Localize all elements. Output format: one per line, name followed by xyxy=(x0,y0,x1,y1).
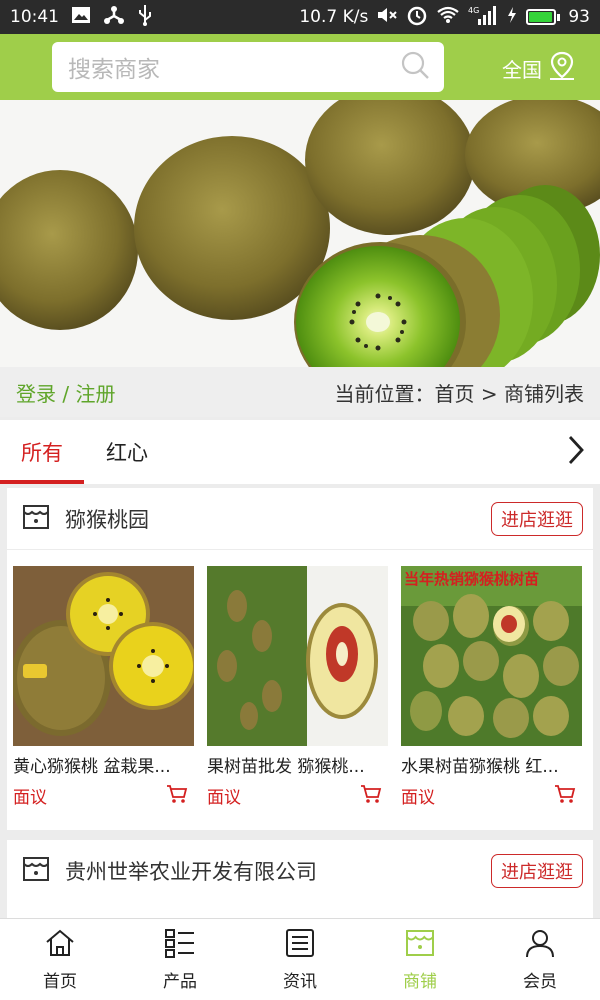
search-input[interactable]: 搜索商家 xyxy=(52,42,444,92)
chevron-right-icon[interactable] xyxy=(566,434,586,470)
tab-red-heart[interactable]: 红心 xyxy=(84,420,170,484)
status-bar: 10:41 10.7 K/s 4G 93 xyxy=(0,0,600,34)
usb-icon xyxy=(137,4,153,31)
nav-shops[interactable]: 商铺 xyxy=(360,919,480,1000)
product-title[interactable]: 水果树苗猕猴桃 红... xyxy=(401,752,582,777)
store-icon xyxy=(404,928,436,963)
product-item[interactable]: 果树苗批发 猕猴桃... 面议 xyxy=(207,566,388,808)
home-icon xyxy=(44,928,76,963)
product-price: 面议 xyxy=(13,788,47,808)
shop-name[interactable]: 贵州世举农业开发有限公司 xyxy=(65,856,317,886)
shop-card-header: 猕猴桃园 进店逛逛 xyxy=(7,488,593,550)
battery-level: 93 xyxy=(568,7,590,27)
cart-icon[interactable] xyxy=(554,784,576,808)
product-item[interactable]: 当年热销猕猴桃树苗 水果树苗猕猴桃 红... 面议 xyxy=(401,566,582,808)
product-image[interactable] xyxy=(13,566,194,746)
network-speed: 10.7 K/s xyxy=(299,7,369,27)
battery-icon xyxy=(526,9,561,25)
nav-member-label: 会员 xyxy=(523,971,557,992)
shop-card-header: 贵州世举农业开发有限公司 进店逛逛 xyxy=(7,840,593,902)
status-time: 10:41 xyxy=(10,7,59,27)
usb-debug-icon xyxy=(103,5,125,30)
cart-icon[interactable] xyxy=(360,784,382,808)
tab-all[interactable]: 所有 xyxy=(0,420,84,484)
product-title[interactable]: 黄心猕猴桃 盆栽果... xyxy=(13,752,194,777)
search-placeholder: 搜索商家 xyxy=(68,57,160,83)
login-register-link[interactable]: 登录 / 注册 xyxy=(16,378,115,407)
region-label: 全国 xyxy=(502,57,542,82)
product-title[interactable]: 果树苗批发 猕猴桃... xyxy=(207,752,388,777)
nav-news[interactable]: 资讯 xyxy=(240,919,360,1000)
product-price: 面议 xyxy=(207,788,241,808)
signal-icon: 4G xyxy=(468,5,498,30)
banner-image[interactable] xyxy=(0,100,600,367)
shop-card: 猕猴桃园 进店逛逛 黄心猕猴桃 盆栽果... 面议 果树苗批发 猕猴桃... 面… xyxy=(7,488,593,830)
enter-shop-button[interactable]: 进店逛逛 xyxy=(491,501,583,536)
product-image-caption: 当年热销猕猴桃树苗 xyxy=(404,570,539,588)
alarm-icon xyxy=(406,4,428,31)
product-image[interactable]: 当年热销猕猴桃树苗 xyxy=(401,566,582,746)
image-icon xyxy=(71,6,91,29)
charging-icon xyxy=(506,6,518,29)
location-bar: 登录 / 注册 当前位置：首页 > 商铺列表 xyxy=(0,367,600,417)
enter-shop-button[interactable]: 进店逛逛 xyxy=(491,854,583,888)
location-pin-icon xyxy=(548,51,576,86)
news-icon xyxy=(284,928,316,963)
breadcrumb: 当前位置：首页 > 商铺列表 xyxy=(334,381,584,406)
cart-icon[interactable] xyxy=(166,784,188,808)
store-icon xyxy=(21,502,51,536)
store-icon xyxy=(21,854,51,888)
nav-home-label: 首页 xyxy=(43,971,77,992)
network-type: 4G xyxy=(468,6,479,15)
product-list: 黄心猕猴桃 盆栽果... 面议 果树苗批发 猕猴桃... 面议 当年热销猕猴桃树… xyxy=(7,550,593,808)
product-item[interactable]: 黄心猕猴桃 盆栽果... 面议 xyxy=(13,566,194,808)
mute-icon xyxy=(376,6,398,29)
nav-home[interactable]: 首页 xyxy=(0,919,120,1000)
product-image[interactable] xyxy=(207,566,388,746)
search-icon[interactable] xyxy=(400,50,430,84)
nav-member[interactable]: 会员 xyxy=(480,919,600,1000)
list-icon xyxy=(164,928,196,963)
shop-name[interactable]: 猕猴桃园 xyxy=(65,504,149,534)
region-selector[interactable]: 全国 xyxy=(502,48,576,88)
kiwi-banner-illustration xyxy=(0,100,600,367)
nav-products[interactable]: 产品 xyxy=(120,919,240,1000)
user-icon xyxy=(524,928,556,963)
nav-products-label: 产品 xyxy=(163,971,197,992)
bottom-navigation: 首页 产品 资讯 商铺 会员 xyxy=(0,918,600,1000)
wifi-icon xyxy=(436,6,460,29)
product-price: 面议 xyxy=(401,788,435,808)
shop-card: 贵州世举农业开发有限公司 进店逛逛 xyxy=(7,840,593,918)
top-header: 搜索商家 全国 xyxy=(0,34,600,100)
category-tabs: 所有 红心 xyxy=(0,420,600,484)
nav-shops-label: 商铺 xyxy=(403,971,437,992)
nav-news-label: 资讯 xyxy=(283,971,317,992)
